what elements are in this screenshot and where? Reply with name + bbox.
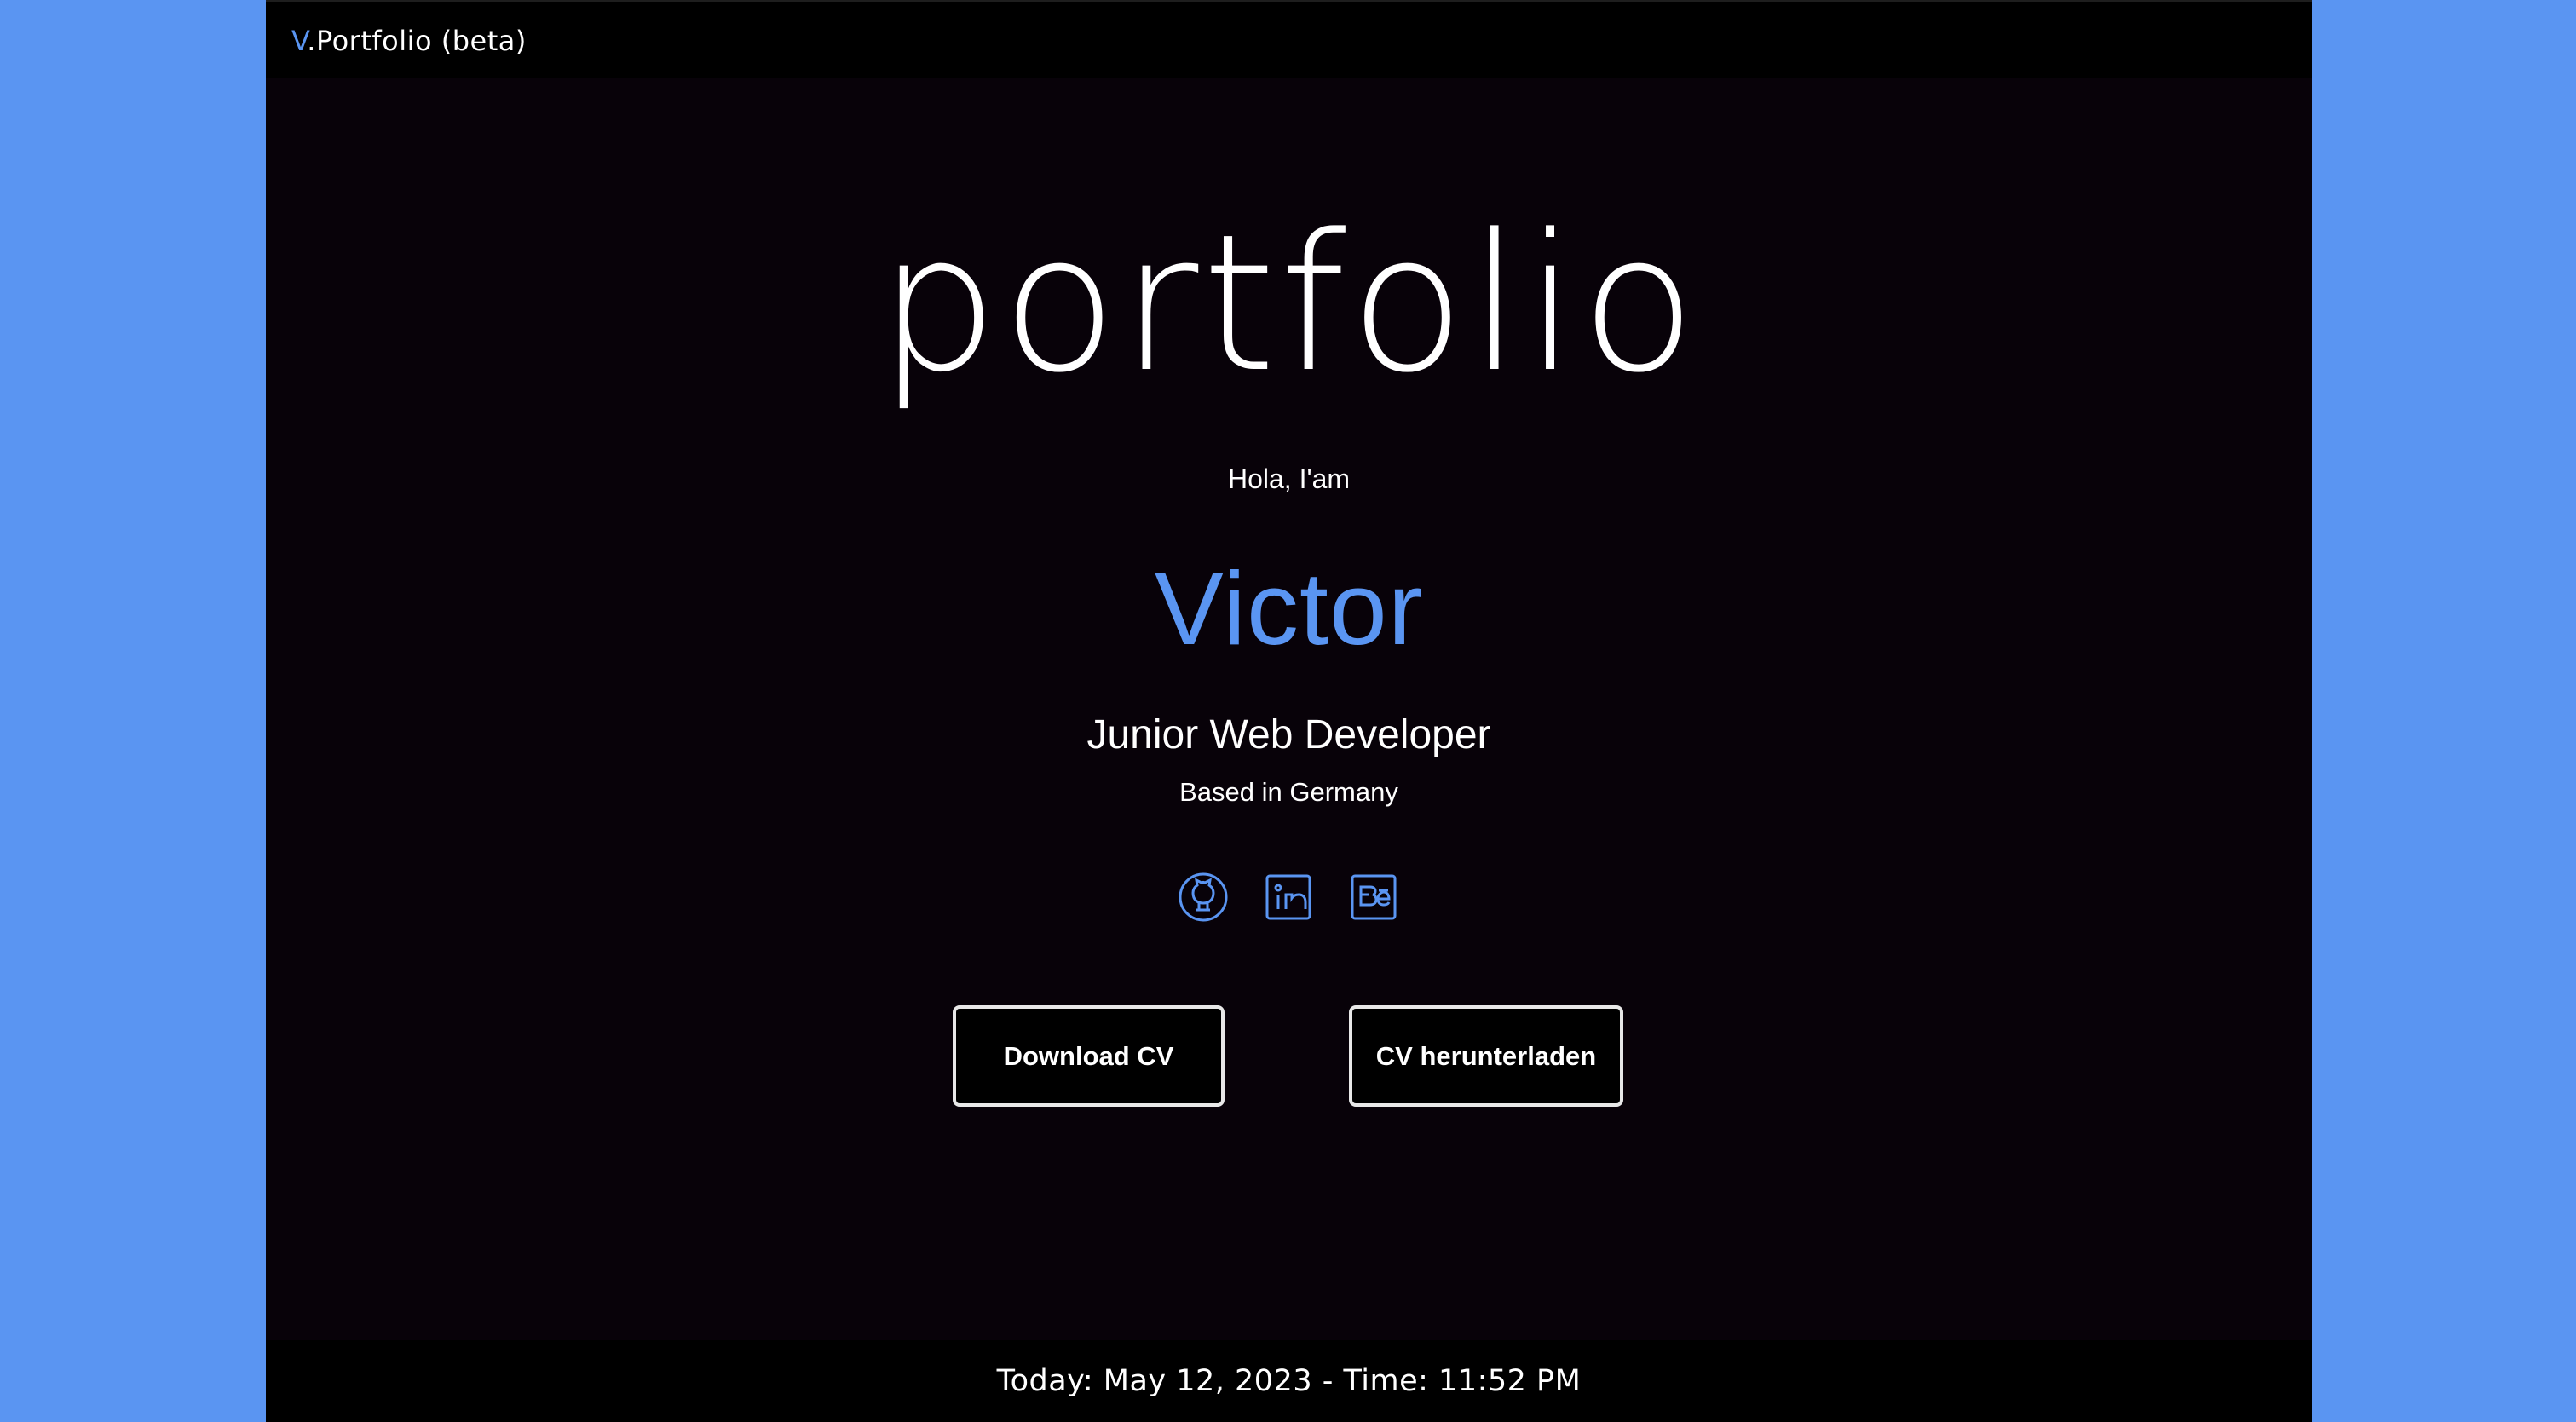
brand-prefix: V <box>291 25 308 57</box>
linkedin-icon <box>1263 872 1314 923</box>
github-link[interactable] <box>1176 870 1230 924</box>
download-cv-button[interactable]: Download CV <box>953 1005 1225 1107</box>
github-icon <box>1178 872 1229 923</box>
site-brand[interactable]: V.Portfolio (beta) <box>291 24 527 58</box>
behance-icon <box>1348 872 1399 923</box>
profile-name: Victor <box>1154 550 1424 666</box>
hero-title: portfolio <box>878 194 1700 414</box>
cv-herunterladen-button[interactable]: CV herunterladen <box>1349 1005 1623 1107</box>
footer-datetime: Today: May 12, 2023 - Time: 11:52 PM <box>996 1364 1582 1398</box>
portfolio-page: V.Portfolio (beta) portfolio Hola, I'am … <box>266 0 2312 1422</box>
brand-text: .Portfolio (beta) <box>307 25 527 57</box>
behance-link[interactable] <box>1346 870 1401 924</box>
top-navigation-bar: V.Portfolio (beta) <box>266 0 2312 78</box>
footer-bar: Today: May 12, 2023 - Time: 11:52 PM <box>266 1340 2312 1422</box>
location-text: Based in Germany <box>1179 777 1398 807</box>
job-title: Junior Web Developer <box>1086 712 1491 757</box>
linkedin-link[interactable] <box>1261 870 1316 924</box>
greeting-text: Hola, I'am <box>1227 463 1351 494</box>
